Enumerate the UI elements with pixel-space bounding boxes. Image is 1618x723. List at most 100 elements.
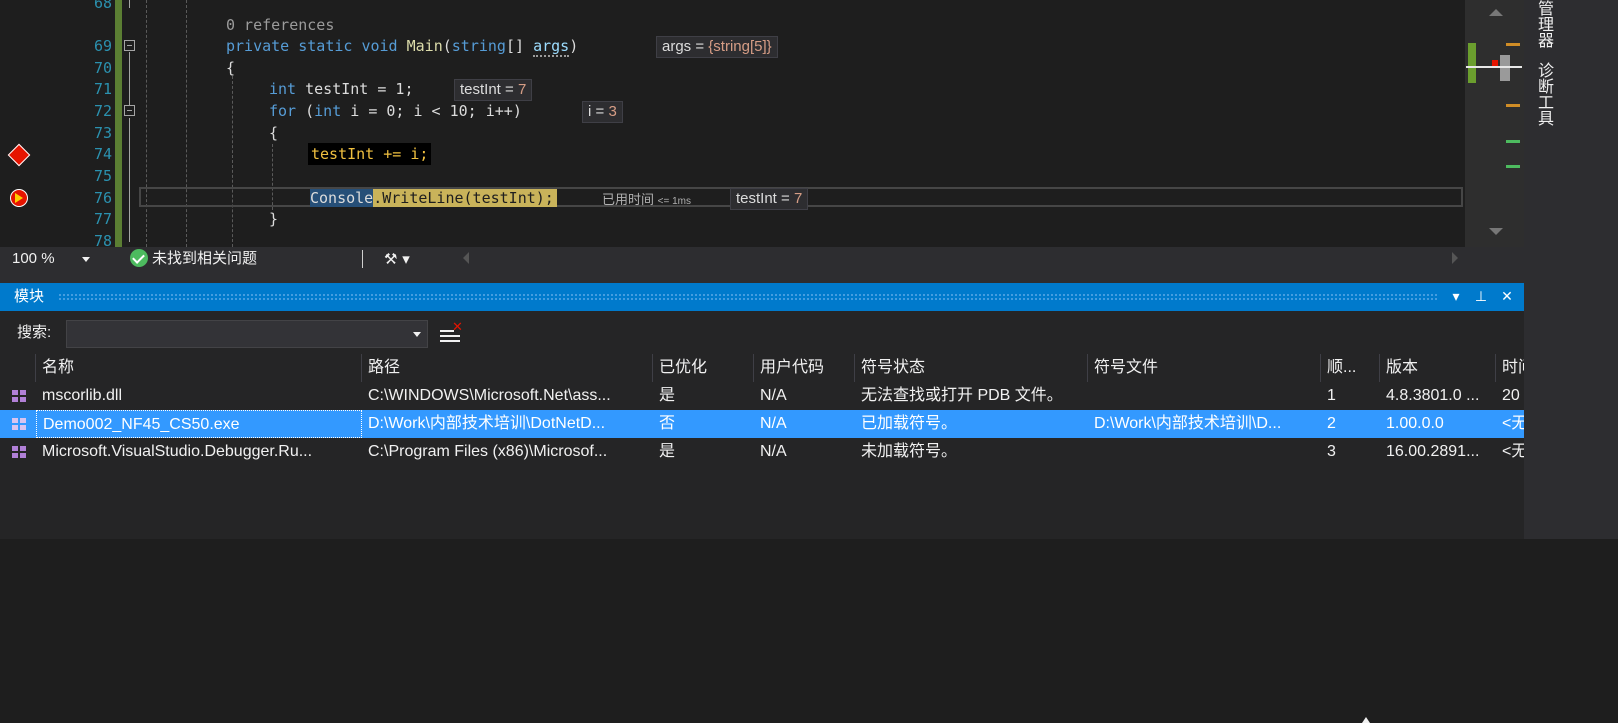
tab-diagnostic-tools[interactable]: 诊断工具 xyxy=(1530,62,1556,152)
table-row-selected[interactable]: Demo002_NF45_CS50.exe D:\Work\内部技术培训\Dot… xyxy=(0,410,1524,438)
line-number: 71 xyxy=(93,80,112,98)
line-number: 77 xyxy=(93,210,112,228)
cell-optimized: 是 xyxy=(659,443,676,460)
line-number: 68 xyxy=(93,0,112,12)
chevron-down-icon[interactable] xyxy=(413,332,421,337)
collapse-icon[interactable] xyxy=(124,40,135,51)
code-text: testInt += i; xyxy=(308,143,432,165)
line-number: 73 xyxy=(93,124,112,142)
code-editor[interactable]: 68 0 references 69 private static void M… xyxy=(0,0,1524,247)
cell-name: Microsoft.VisualStudio.Debugger.Ru... xyxy=(42,443,313,460)
cell-name: Demo002_NF45_CS50.exe xyxy=(36,410,362,438)
tab-manager[interactable]: 管理器 xyxy=(1530,0,1556,48)
map-marker xyxy=(1500,55,1510,81)
cell-path: C:\WINDOWS\Microsoft.Net\ass... xyxy=(368,387,611,404)
issues-status[interactable]: 未找到相关问题 xyxy=(152,249,257,269)
map-change-marker xyxy=(1468,43,1476,83)
cell-path: D:\Work\内部技术培训\DotNetD... xyxy=(368,415,606,432)
code-line: 73 { xyxy=(0,122,1465,144)
vertical-scrollbar[interactable] xyxy=(1465,0,1524,247)
pin-button[interactable]: ⊥ xyxy=(1470,286,1492,308)
code-line: 0 references xyxy=(0,14,1465,36)
cell-time: 20 xyxy=(1502,387,1520,404)
panel-grip xyxy=(58,293,1438,301)
cell-order: 1 xyxy=(1327,387,1336,404)
cell-symbol-status: 无法查找或打开 PDB 文件。 xyxy=(861,387,1063,404)
collapse-icon[interactable] xyxy=(124,105,135,116)
check-icon xyxy=(130,249,148,267)
column-header-version[interactable]: 版本 xyxy=(1380,354,1496,382)
code-text: int testInt = 1; xyxy=(269,80,414,98)
cell-name: mscorlib.dll xyxy=(42,387,123,404)
cell-version: 4.8.3801.0 ... xyxy=(1386,387,1480,404)
cell-version: 16.00.2891... xyxy=(1386,443,1480,460)
code-cleanup-icon[interactable]: ⚒ ▾ xyxy=(384,249,414,269)
cell-version: 1.00.0.0 xyxy=(1386,415,1444,432)
code-text: { xyxy=(226,59,236,77)
cell-symbol-status: 已加载符号。 xyxy=(861,415,958,432)
column-header-order[interactable]: 顺... xyxy=(1321,354,1380,382)
divider xyxy=(362,250,363,268)
scroll-down-icon[interactable] xyxy=(1489,228,1503,235)
datatip-testint-2[interactable]: testInt = 7 xyxy=(730,188,809,210)
cell-symbol-file xyxy=(1088,438,1321,466)
line-number: 72 xyxy=(93,102,112,120)
code-line: 75 xyxy=(0,165,1465,187)
datatip-args[interactable]: args = {string[5]} xyxy=(656,36,778,58)
column-header-symbol-file[interactable]: 符号文件 xyxy=(1088,354,1321,382)
datatip-testint[interactable]: testInt = 7 xyxy=(454,79,533,101)
module-icon xyxy=(12,418,26,430)
code-text: { xyxy=(269,124,279,142)
cell-symbol-status: 未加载符号。 xyxy=(861,443,958,460)
table-row[interactable]: mscorlib.dll C:\WINDOWS\Microsoft.Net\as… xyxy=(0,382,1524,410)
scroll-left-icon[interactable] xyxy=(463,252,469,264)
clear-search-icon[interactable]: ✕ xyxy=(440,321,463,346)
code-text: } xyxy=(269,210,279,228)
map-marker xyxy=(1506,140,1520,143)
sort-ascending-icon xyxy=(1362,717,1370,723)
datatip-i[interactable]: i = 3 xyxy=(582,101,623,123)
column-header-time[interactable]: 时间 xyxy=(1496,354,1524,382)
code-line: 68 xyxy=(0,0,1465,14)
code-line: 78 xyxy=(0,230,1465,247)
cell-order: 3 xyxy=(1327,443,1336,460)
line-number: 75 xyxy=(93,167,112,185)
column-header-optimized[interactable]: 已优化 xyxy=(653,354,754,382)
column-header-icon[interactable] xyxy=(0,354,36,382)
window-menu-button[interactable]: ▾ xyxy=(1445,286,1467,308)
code-text: private static void Main(string[] args) xyxy=(226,37,579,57)
table-row[interactable]: Microsoft.VisualStudio.Debugger.Ru... C:… xyxy=(0,438,1524,466)
search-input[interactable] xyxy=(66,320,428,348)
column-header-name[interactable]: 名称 xyxy=(36,354,362,382)
table-header: 名称 路径 已优化 用户代码 符号状态 符号文件 顺... 版本 时间 xyxy=(0,354,1524,723)
elapsed-time: 已用时间 <= 1ms xyxy=(602,192,691,207)
scroll-right-icon[interactable] xyxy=(1452,252,1458,264)
column-header-path[interactable]: 路径 xyxy=(362,354,653,382)
code-line: 77 } xyxy=(0,208,1465,230)
line-number: 76 xyxy=(93,189,112,207)
panel-gap xyxy=(0,271,1524,283)
close-button[interactable]: ✕ xyxy=(1496,286,1518,308)
column-header-symbol-status[interactable]: 符号状态 xyxy=(855,354,1088,382)
cell-time: <无 xyxy=(1502,415,1524,432)
column-header-user-code[interactable]: 用户代码 xyxy=(754,354,855,382)
map-marker xyxy=(1506,165,1520,168)
cell-user-code: N/A xyxy=(760,415,787,432)
cell-order: 2 xyxy=(1327,415,1336,432)
zoom-select[interactable]: 100 % xyxy=(6,249,96,269)
line-number: 70 xyxy=(93,59,112,77)
line-number: 78 xyxy=(93,232,112,247)
breakpoint-icon[interactable] xyxy=(7,143,31,167)
code-line: 70 { xyxy=(0,57,1465,79)
zoom-value: 100 % xyxy=(12,250,55,267)
map-marker xyxy=(1506,43,1520,46)
cell-time: <无 xyxy=(1502,443,1524,460)
codelens-references[interactable]: 0 references xyxy=(226,14,334,36)
scroll-up-icon[interactable] xyxy=(1489,9,1503,16)
module-icon xyxy=(12,446,26,458)
code-line: 71 int testInt = 1; testInt = 7 xyxy=(0,78,1465,101)
current-statement-icon[interactable] xyxy=(10,189,28,207)
cell-optimized: 否 xyxy=(659,415,676,432)
map-marker xyxy=(1506,104,1520,107)
panel-title: 模块 xyxy=(14,288,45,305)
